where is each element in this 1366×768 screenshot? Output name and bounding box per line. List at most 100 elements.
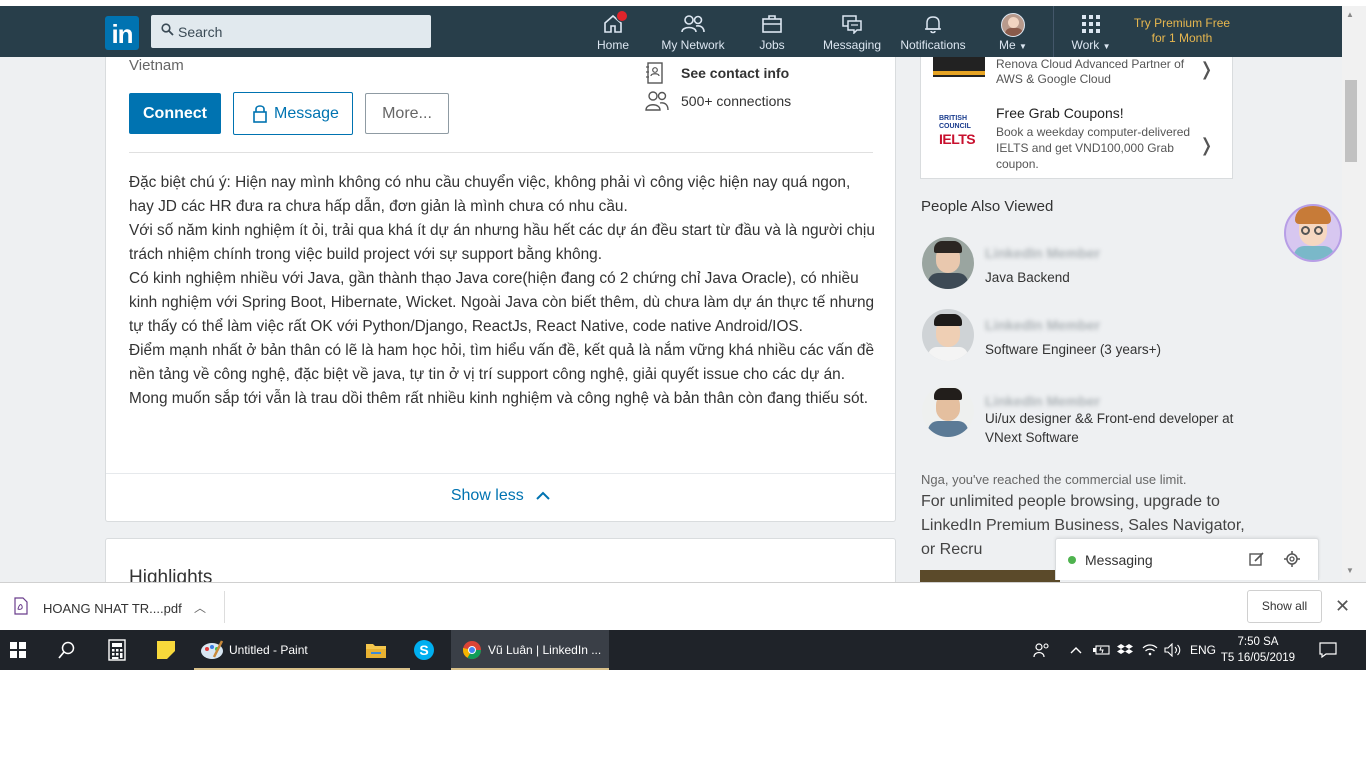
running-indicator: [451, 668, 609, 670]
search-icon: [58, 641, 75, 659]
commercial-limit-notice: Nga, you've reached the commercial use l…: [921, 472, 1187, 487]
connect-button[interactable]: Connect: [129, 93, 221, 134]
ads-card: Renova Cloud Advanced Partner of AWS & G…: [920, 57, 1233, 179]
person-card[interactable]: LinkedIn Member Java Backend: [921, 237, 1251, 297]
download-file-name[interactable]: HOANG NHAT TR....pdf: [43, 601, 182, 616]
input-language-indicator[interactable]: ENG: [1189, 630, 1217, 670]
british-council-line1: BRITISH: [939, 115, 967, 122]
ielts-wordmark: IELTS: [939, 131, 976, 147]
nav-me[interactable]: Me ▼: [994, 6, 1032, 57]
screen: in Search Home My Network Jobs Messaging: [0, 0, 1366, 768]
nav-notifications[interactable]: Notifications: [896, 6, 970, 57]
wifi-tray-button[interactable]: [1140, 630, 1160, 670]
nav-me-text: Me: [999, 38, 1016, 52]
close-icon[interactable]: ✕: [1335, 596, 1350, 617]
dropbox-tray-button[interactable]: [1115, 630, 1135, 670]
notification-center-icon: [1319, 642, 1337, 658]
scroll-down-icon[interactable]: ▼: [1346, 566, 1354, 575]
search-input[interactable]: Search: [151, 15, 431, 48]
nav-work-text: Work: [1071, 38, 1100, 52]
system-clock[interactable]: 7:50 SA T5 16/05/2019: [1220, 634, 1296, 666]
person-card[interactable]: LinkedIn Member Software Engineer (3 yea…: [921, 309, 1251, 369]
people-icon: [1033, 643, 1049, 658]
search-icon: [161, 23, 174, 36]
show-all-downloads-button[interactable]: Show all: [1247, 590, 1322, 623]
taskbar-app-chrome[interactable]: Vũ Luân | LinkedIn ...: [451, 630, 609, 670]
compose-icon[interactable]: [1249, 551, 1265, 567]
chevron-right-icon[interactable]: ❭: [1199, 59, 1214, 80]
search-placeholder: Search: [178, 24, 223, 40]
skype-taskbar-button[interactable]: S: [400, 630, 448, 670]
nav-jobs-label: Jobs: [759, 38, 785, 52]
search-button[interactable]: [44, 630, 92, 670]
nav-my-network[interactable]: My Network: [656, 6, 730, 57]
summary-paragraph: Với số năm kinh nghiệm ít ỏi, trải qua k…: [129, 222, 875, 263]
calculator-taskbar-button[interactable]: [94, 630, 142, 670]
skype-icon: S: [414, 640, 434, 660]
notification-badge: [616, 10, 628, 22]
promo-banner[interactable]: [920, 570, 1060, 582]
message-button[interactable]: Message: [233, 92, 353, 135]
chevron-right-icon[interactable]: ❭: [1199, 135, 1214, 156]
volume-tray-button[interactable]: [1162, 630, 1184, 670]
person-name[interactable]: LinkedIn Member: [985, 245, 1100, 261]
nav-me-label: Me ▼: [994, 38, 1032, 52]
linkedin-logo[interactable]: in: [105, 16, 139, 50]
scrollbar-thumb[interactable]: [1345, 80, 1357, 162]
download-shelf: HOANG NHAT TR....pdf ︿ Show all ✕: [0, 582, 1366, 630]
grid-icon: [1082, 15, 1100, 33]
taskbar-app-paint[interactable]: Untitled - Paint: [194, 630, 346, 670]
renova-ad-text[interactable]: Renova Cloud Advanced Partner of AWS & G…: [996, 57, 1196, 87]
premium-trial-link[interactable]: Try Premium Free for 1 Month: [1128, 16, 1236, 46]
avatar[interactable]: [922, 237, 974, 289]
ielts-logo: BRITISH COUNCIL IELTS: [939, 115, 981, 147]
gear-icon[interactable]: [1284, 551, 1300, 567]
dropbox-icon: [1117, 644, 1133, 654]
bell-icon: [925, 16, 941, 34]
messaging-overlay[interactable]: Messaging: [1055, 538, 1319, 580]
nav-jobs[interactable]: Jobs: [750, 6, 794, 57]
assistant-avatar-icon[interactable]: [1284, 204, 1342, 262]
connections-label: 500+ connections: [681, 93, 792, 109]
grab-ad-text[interactable]: Book a weekday computer-delivered IELTS …: [996, 124, 1211, 172]
calculator-icon: [108, 639, 126, 661]
sticky-notes-taskbar-button[interactable]: [144, 630, 192, 670]
person-name[interactable]: LinkedIn Member: [985, 393, 1100, 409]
nav-my-network-label: My Network: [661, 38, 725, 52]
people-icon: [681, 15, 705, 33]
start-button[interactable]: [0, 630, 48, 670]
avatar[interactable]: [922, 309, 974, 361]
summary-paragraph: Đặc biệt chú ý: Hiện nay mình không có n…: [129, 174, 851, 215]
avatar[interactable]: [922, 385, 974, 437]
action-center-button[interactable]: [1314, 630, 1342, 670]
grab-ad-title[interactable]: Free Grab Coupons!: [996, 105, 1124, 121]
nav-messaging[interactable]: Messaging: [820, 6, 884, 57]
more-button[interactable]: More...: [365, 93, 449, 134]
file-explorer-taskbar-button[interactable]: [344, 630, 410, 670]
show-less-button[interactable]: Show less: [106, 487, 895, 505]
person-headline: Java Backend: [985, 270, 1070, 285]
premium-line1: Try Premium Free: [1133, 16, 1231, 30]
summary-paragraph: Mong muốn sắp tới vẫn là trau dồi thêm r…: [129, 390, 869, 407]
nav-work-label: Work ▼: [1066, 38, 1116, 52]
download-divider: [224, 591, 225, 623]
nav-work[interactable]: Work ▼: [1066, 6, 1116, 57]
summary-paragraph: Điểm mạnh nhất ở bản thân có lẽ là ham h…: [129, 342, 875, 383]
messaging-label: Messaging: [1085, 552, 1153, 568]
message-button-label: Message: [274, 105, 339, 122]
show-hidden-icons-button[interactable]: [1068, 630, 1084, 670]
people-tray-button[interactable]: [1030, 630, 1054, 670]
windows-icon: [10, 642, 26, 658]
battery-tray-button[interactable]: [1091, 630, 1111, 670]
avatar: [1001, 13, 1025, 37]
nav-home[interactable]: Home: [588, 6, 638, 57]
chevron-up-icon[interactable]: ︿: [194, 599, 206, 616]
scroll-up-icon[interactable]: ▲: [1346, 10, 1354, 19]
person-card[interactable]: LinkedIn Member Ui/ux designer && Front-…: [921, 385, 1251, 445]
person-name[interactable]: LinkedIn Member: [985, 317, 1100, 333]
battery-icon: [1093, 645, 1110, 655]
nav-home-label: Home: [596, 38, 629, 52]
svg-text:S: S: [419, 642, 428, 658]
british-council-line2: COUNCIL: [939, 123, 971, 130]
chrome-app-label: Vũ Luân | LinkedIn ...: [488, 643, 602, 657]
